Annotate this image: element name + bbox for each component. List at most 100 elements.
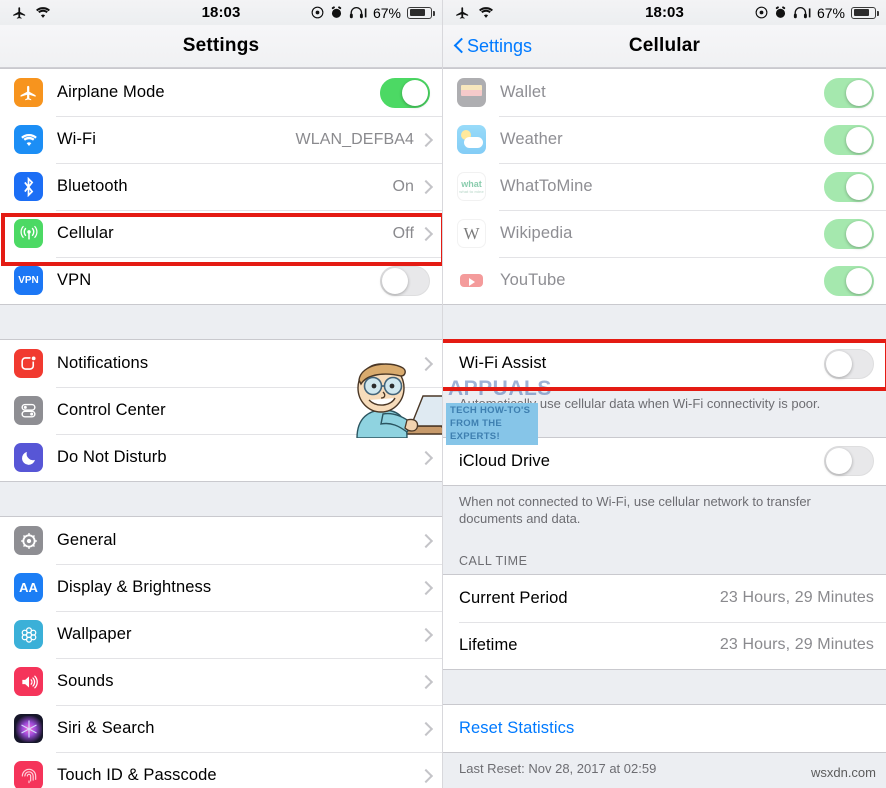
sidebar-item-wifi[interactable]: Wi-Fi WLAN_DEFBA4 <box>0 116 442 163</box>
control-center-icon <box>14 396 43 425</box>
sidebar-item-bluetooth[interactable]: Bluetooth On <box>0 163 442 210</box>
sidebar-item-do-not-disturb[interactable]: Do Not Disturb <box>0 434 442 481</box>
list-item-label: Wikipedia <box>500 224 573 242</box>
vpn-toggle[interactable] <box>380 265 430 296</box>
chevron-right-icon <box>421 533 430 548</box>
back-button[interactable]: Settings <box>453 36 532 57</box>
whattomine-icon-mark: what <box>461 178 482 189</box>
status-bar-right: 18:03 67% <box>443 0 886 25</box>
sidebar-item-label: Cellular <box>57 224 114 242</box>
sounds-icon <box>14 667 43 696</box>
wikipedia-icon-label: W <box>463 223 480 243</box>
reset-statistics-button[interactable]: Reset Statistics <box>443 704 886 752</box>
section-gap <box>443 305 886 339</box>
sidebar-item-general[interactable]: General <box>0 517 442 564</box>
whattomine-cellular-toggle[interactable] <box>824 171 874 202</box>
wallet-icon <box>457 78 486 107</box>
list-item-wikipedia[interactable]: W Wikipedia <box>443 210 886 257</box>
sidebar-item-airplane-mode[interactable]: Airplane Mode <box>0 69 442 116</box>
cellular-app-list-group: Wallet Weather what what to mine WhatToM… <box>443 68 886 305</box>
wifi-network-value: WLAN_DEFBA4 <box>295 130 414 148</box>
wifi-assist-label: Wi-Fi Assist <box>459 354 547 372</box>
call-time-group: Current Period 23 Hours, 29 Minutes Life… <box>443 573 886 670</box>
lifetime-value: 23 Hours, 29 Minutes <box>719 636 874 654</box>
sidebar-item-label: Do Not Disturb <box>57 448 167 466</box>
sidebar-item-vpn[interactable]: VPN VPN <box>0 257 442 304</box>
sidebar-item-touch-id-passcode[interactable]: Touch ID & Passcode <box>0 752 442 788</box>
lifetime-label: Lifetime <box>459 635 518 654</box>
youtube-cellular-toggle[interactable] <box>824 265 874 296</box>
chevron-right-icon <box>421 179 430 194</box>
wallet-cellular-toggle[interactable] <box>824 77 874 108</box>
chevron-right-icon <box>421 226 430 241</box>
call-time-header: CALL TIME <box>443 537 886 574</box>
airplane-mode-toggle[interactable] <box>380 77 430 108</box>
sidebar-item-label: Bluetooth <box>57 177 128 195</box>
youtube-icon <box>457 266 486 295</box>
current-period-label: Current Period <box>459 588 568 607</box>
sidebar-item-label: Siri & Search <box>57 719 155 737</box>
settings-group-connectivity: Airplane Mode Wi-Fi WLAN_DEFBA4 Bluetoot <box>0 68 442 305</box>
status-bar-right-icons: 67% <box>311 5 435 21</box>
bluetooth-icon <box>14 172 43 201</box>
reset-statistics-label: Reset Statistics <box>459 718 575 737</box>
sidebar-item-siri-search[interactable]: Siri & Search <box>0 705 442 752</box>
wikipedia-cellular-toggle[interactable] <box>824 218 874 249</box>
chevron-right-icon <box>421 132 430 147</box>
site-watermark: wsxdn.com <box>810 765 876 780</box>
whattomine-icon-sub: what to mine <box>459 188 484 194</box>
display-brightness-icon: AA <box>14 573 43 602</box>
list-item-weather[interactable]: Weather <box>443 116 886 163</box>
chevron-right-icon <box>421 721 430 736</box>
nav-bar-right: Settings Cellular <box>443 25 886 68</box>
list-item-label: Wallet <box>500 83 546 101</box>
sidebar-item-sounds[interactable]: Sounds <box>0 658 442 705</box>
sidebar-item-label: Control Center <box>57 401 166 419</box>
headphones-icon <box>349 6 367 19</box>
list-item-label: WhatToMine <box>500 177 593 195</box>
sidebar-item-display-brightness[interactable]: AA Display & Brightness <box>0 564 442 611</box>
sidebar-item-wallpaper[interactable]: Wallpaper <box>0 611 442 658</box>
dual-screenshot-comparison: 18:03 67% Settings Airplane Mode Wi-Fi W… <box>0 0 886 788</box>
siri-search-icon <box>14 714 43 743</box>
row-lifetime: Lifetime 23 Hours, 29 Minutes <box>443 621 886 669</box>
gear-icon <box>14 526 43 555</box>
battery-icon <box>407 6 435 19</box>
chevron-right-icon <box>421 627 430 642</box>
weather-cellular-toggle[interactable] <box>824 124 874 155</box>
status-bar-left-icons <box>455 5 494 20</box>
list-item-youtube[interactable]: YouTube <box>443 257 886 304</box>
list-item-label: Weather <box>500 130 563 148</box>
do-not-disturb-icon <box>14 443 43 472</box>
list-item-label: YouTube <box>500 271 566 289</box>
sidebar-item-label: Notifications <box>57 354 149 372</box>
section-gap <box>0 482 442 516</box>
wifi-icon <box>35 6 51 19</box>
airplane-icon <box>12 5 27 20</box>
icloud-drive-toggle[interactable] <box>824 446 874 477</box>
status-bar-left-icons <box>12 5 51 20</box>
sidebar-item-label: General <box>57 531 117 549</box>
status-bar-right-icons: 67% <box>755 5 879 21</box>
brand-watermark: APPUALS <box>448 377 552 400</box>
sidebar-item-cellular[interactable]: Cellular Off <box>0 210 442 257</box>
list-item-whattomine[interactable]: what what to mine WhatToMine <box>443 163 886 210</box>
vpn-icon-label: VPN <box>18 275 39 286</box>
wifi-assist-toggle[interactable] <box>824 348 874 379</box>
list-item-wallet[interactable]: Wallet <box>443 69 886 116</box>
nav-bar-left: Settings <box>0 25 442 68</box>
wikipedia-icon: W <box>457 219 486 248</box>
alarm-icon <box>774 6 787 19</box>
location-icon <box>311 6 324 19</box>
sidebar-item-label: Display & Brightness <box>57 578 212 596</box>
sidebar-item-label: Wi-Fi <box>57 130 96 148</box>
sidebar-item-label: Touch ID & Passcode <box>57 766 217 784</box>
chevron-right-icon <box>421 768 430 783</box>
touch-id-icon <box>14 761 43 788</box>
current-period-value: 23 Hours, 29 Minutes <box>719 589 874 607</box>
chevron-right-icon <box>421 580 430 595</box>
headphones-icon <box>793 6 811 19</box>
back-button-label: Settings <box>467 35 533 56</box>
location-icon <box>755 6 768 19</box>
wifi-icon <box>14 125 43 154</box>
